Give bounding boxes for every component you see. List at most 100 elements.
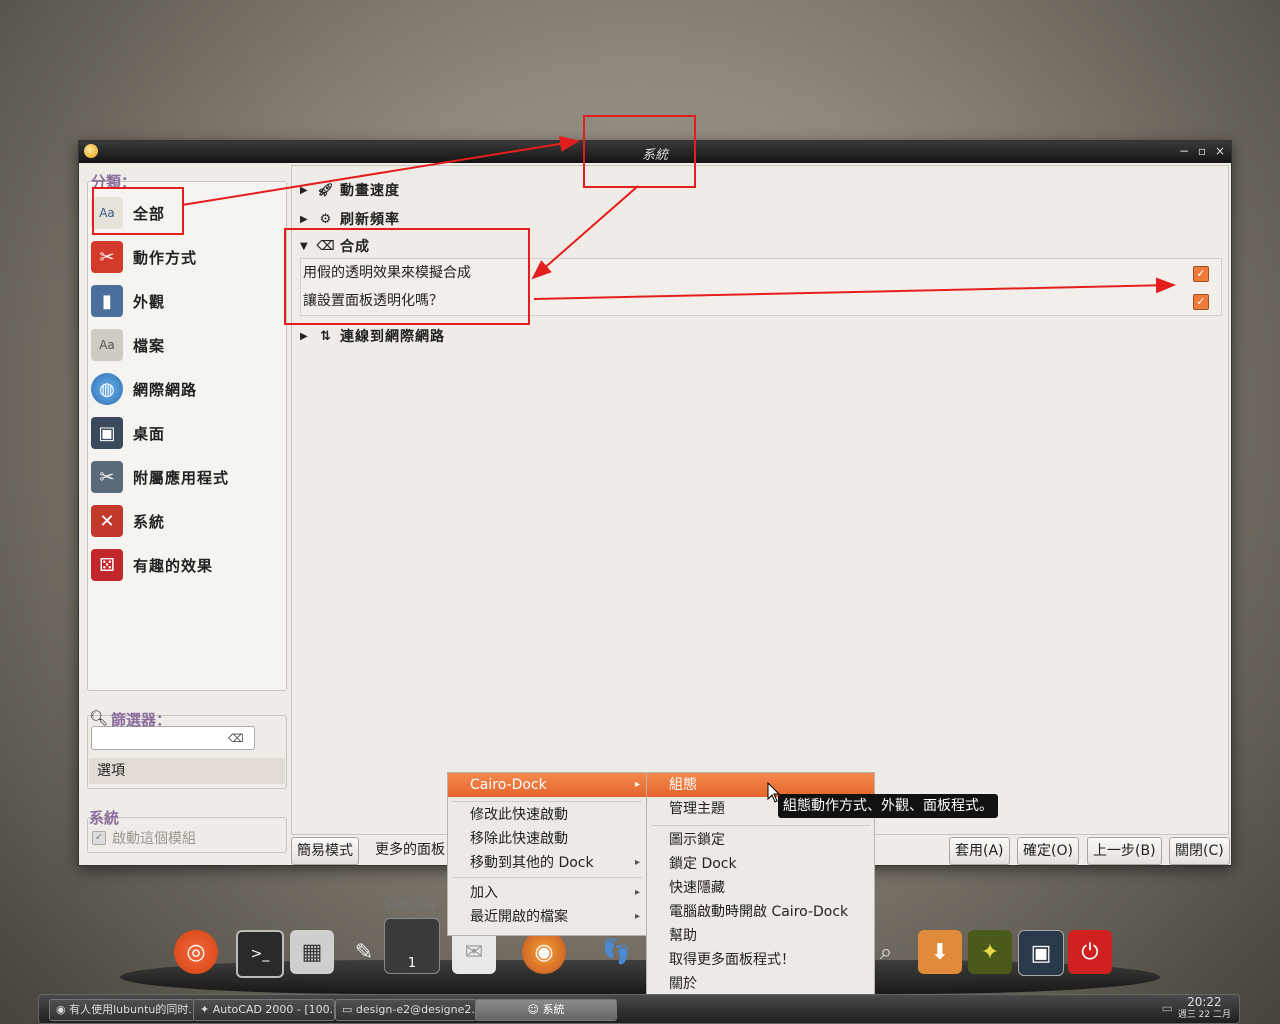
menu-item-remove-launcher[interactable]: 移除此快速啟動 (448, 827, 646, 851)
menu-item-add[interactable]: 加入 ▸ (448, 881, 646, 905)
config-window: 系統 − ▫ × 分類： Aa 全部 ✂ 動作方式 ▮ 外觀 Aa 檔案 ◍ 網… (78, 140, 1232, 866)
category-label: 檔案 (133, 336, 166, 355)
fake-transparency-checkbox[interactable]: ✓ (1193, 266, 1209, 282)
documents-icon: Aa (91, 329, 123, 361)
menu-label: 最近開啟的檔案 (470, 909, 568, 925)
expand-arrow-icon: ▶ (300, 213, 309, 225)
clear-filter-icon[interactable]: ⌫ (228, 732, 244, 745)
group-internet-connection[interactable]: ▶ ⇅ 連線到網際網路 (300, 326, 445, 346)
tools-icon: ✂ (91, 241, 123, 273)
cairo-dock-icon: ☺ (527, 1003, 543, 1016)
annotation-box-title (583, 115, 696, 188)
simple-mode-button[interactable]: 簡易模式 (291, 837, 359, 865)
power-icon[interactable]: ⏻ (1068, 930, 1112, 974)
clock-date: 週三 22 二月 (1177, 1010, 1231, 1020)
filter-options[interactable]: 選項 (89, 758, 285, 784)
menu-separator (651, 825, 870, 826)
menu-label: 加入 (470, 885, 498, 901)
annotation-box-composite (284, 228, 530, 325)
group-label: 連線到網際網路 (340, 329, 445, 345)
maximize-button[interactable]: ▫ (1195, 144, 1209, 158)
group-refresh-rate[interactable]: ▶ ⚙ 刷新頻率 (300, 209, 400, 229)
image-viewer-icon[interactable]: ✦ (968, 930, 1012, 974)
annotation-box-all (92, 187, 184, 235)
show-desktop-icon[interactable]: ▣ (1018, 930, 1064, 976)
category-label: 網際網路 (133, 380, 198, 399)
menu-item-about[interactable]: 關於 (647, 972, 874, 996)
category-fun-effects[interactable]: ⚄ 有趣的效果 (91, 545, 277, 585)
apply-button[interactable]: 套用(A) (949, 837, 1010, 865)
menu-item-lock-icons[interactable]: 圖示鎖定 (647, 828, 874, 852)
group-label: 動畫速度 (340, 183, 400, 199)
ok-button[interactable]: 確定(O) (1017, 837, 1079, 865)
tooltip: 組態動作方式、外觀、面板程式。 (778, 794, 998, 818)
checkbox-icon: ✓ (92, 831, 106, 845)
category-appearance[interactable]: ▮ 外觀 (91, 281, 277, 321)
task-label: design-e2@designe2... (355, 1003, 477, 1016)
category-files[interactable]: Aa 檔案 (91, 325, 277, 365)
category-accessories[interactable]: ✂ 附屬應用程式 (91, 457, 277, 497)
terminal-icon[interactable]: >_ (236, 930, 284, 978)
downloads-folder-icon[interactable]: ⬇ (918, 930, 962, 974)
clock[interactable]: 20:22 週三 22 二月 (1177, 995, 1231, 1021)
submenu-arrow-icon: ▸ (634, 887, 640, 898)
workspace-number: 1 (407, 956, 417, 971)
scissors-icon: ✂ (91, 461, 123, 493)
task-autocad[interactable]: ✦ AutoCAD 2000 - [100... (193, 999, 335, 1021)
menu-item-quick-hide[interactable]: 快速隱藏 (647, 876, 874, 900)
group-animation-speed[interactable]: ▶ 🚀︎ 動畫速度 (300, 180, 400, 200)
paint-brush-icon[interactable]: ✎ (342, 930, 386, 974)
ubuntu-icon[interactable]: ◎ (174, 930, 218, 974)
firefox-icon[interactable]: ◉ (522, 930, 566, 974)
back-button[interactable]: 上一步(B) (1087, 837, 1162, 865)
task-system[interactable]: ☺ 系統 (475, 999, 617, 1021)
keyboard-icon[interactable]: ▭ (1162, 1001, 1173, 1015)
category-system[interactable]: ✕ 系統 (91, 501, 277, 541)
task-label: 系統 (542, 1003, 565, 1016)
category-internet[interactable]: ◍ 網際網路 (91, 369, 277, 409)
paint-cans-icon: ▮ (91, 285, 123, 317)
terminal-icon: ▭ (342, 1003, 356, 1016)
menu-item-move-to-dock[interactable]: 移動到其他的 Dock ▸ (448, 851, 646, 875)
menu-item-edit-launcher[interactable]: 修改此快速啟動 (448, 803, 646, 827)
category-label: 桌面 (133, 424, 166, 443)
category-label: 動作方式 (133, 248, 198, 267)
menu-item-get-more-applets[interactable]: 取得更多面板程式！ (647, 948, 874, 972)
transfer-arrows-icon: ⇅ (320, 328, 332, 344)
submenu-arrow-icon: ▸ (634, 911, 640, 922)
close-window-button[interactable]: × (1213, 144, 1227, 158)
menu-item-autostart[interactable]: 電腦啟動時開啟 Cairo-Dock (647, 900, 874, 924)
submenu-arrow-icon: ▸ (634, 857, 640, 868)
enable-module-checkbox[interactable]: ✓ 啟動這個模組 (92, 828, 196, 848)
menu-item-lock-dock[interactable]: 鎖定 Dock (647, 852, 874, 876)
mail-icon[interactable]: ✉ (452, 930, 496, 974)
globe-icon: ◍ (91, 373, 123, 405)
expand-arrow-icon: ▶ (300, 184, 309, 196)
calculator-icon[interactable]: ▦ (290, 930, 334, 974)
task-label: AutoCAD 2000 - [100... (212, 1003, 335, 1016)
switcher-label: Switcher (384, 898, 436, 912)
task-label: 有人使用lubuntu的同时... (69, 1003, 195, 1016)
enable-module-label: 啟動這個模組 (112, 831, 196, 847)
menu-item-cairo-dock[interactable]: Cairo-Dock ▸ (448, 773, 646, 797)
context-menu: Cairo-Dock ▸ 修改此快速啟動 移除此快速啟動 移動到其他的 Dock ▸… (447, 772, 647, 936)
transparent-panel-checkbox[interactable]: ✓ (1193, 294, 1209, 310)
rocket-icon: 🚀︎ (317, 182, 335, 198)
footprint-icon[interactable]: 👣︎ (594, 930, 638, 974)
filter-legend: 篩選器： (111, 711, 172, 729)
menu-separator (452, 877, 642, 878)
firefox-icon: ◉ (56, 1003, 70, 1016)
task-terminal[interactable]: ▭ design-e2@designe2... (335, 999, 477, 1021)
category-label: 附屬應用程式 (133, 468, 230, 487)
category-desktop[interactable]: ▣ 桌面 (91, 413, 277, 453)
clock-time: 20:22 (1187, 995, 1222, 1009)
close-button[interactable]: 關閉(C) (1169, 837, 1230, 865)
task-firefox[interactable]: ◉ 有人使用lubuntu的同时... (49, 999, 195, 1021)
more-applets-link[interactable]: 更多的面板 (375, 837, 445, 863)
workspace-switcher[interactable]: 1 (384, 918, 440, 974)
menu-item-recent-files[interactable]: 最近開啟的檔案 ▸ (448, 905, 646, 929)
taskbar: ◉ 有人使用lubuntu的同时... ✦ AutoCAD 2000 - [10… (38, 994, 1240, 1024)
minimize-button[interactable]: − (1177, 144, 1191, 158)
category-behavior[interactable]: ✂ 動作方式 (91, 237, 277, 277)
menu-item-help[interactable]: 幫助 (647, 924, 874, 948)
